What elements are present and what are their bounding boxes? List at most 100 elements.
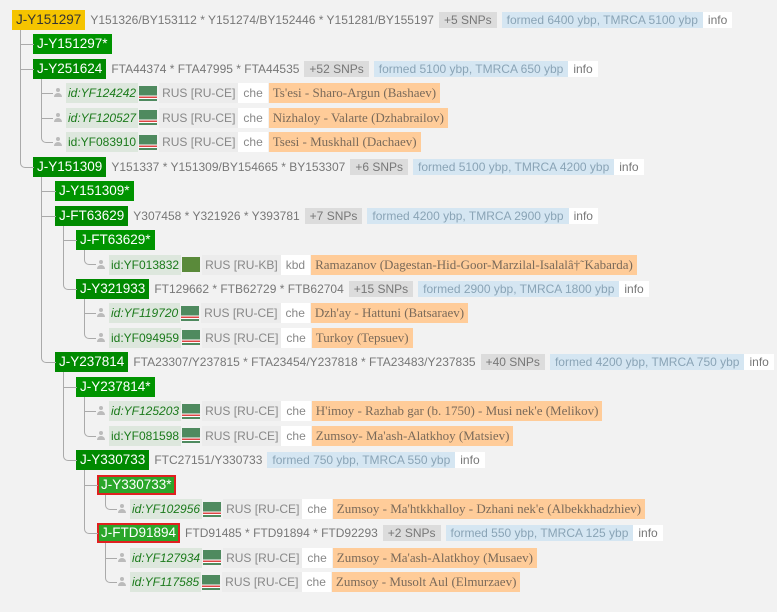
sample-row: id:YF125203 RUS [RU-CE] che H'imoy - Razhab…	[96, 401, 603, 422]
sample-id[interactable]: id:YF013832	[109, 254, 182, 275]
info-link[interactable]: info	[619, 280, 649, 297]
sample-id[interactable]: id:YF117585	[130, 572, 202, 593]
sample-row: id:YF094959 RUS [RU-CE] che Turkoy (Tepsuev…	[96, 327, 413, 348]
sample-lineage-name[interactable]: Ramazanov (Dagestan-Hid-Goor-Marzilal-Is…	[311, 254, 637, 275]
sample-id[interactable]: id:YF125203	[109, 401, 182, 422]
sample-country: RUS [RU-CE]	[223, 547, 303, 568]
clade-label[interactable]: J-Y237814*	[76, 376, 155, 397]
sample-lineage-name[interactable]: Zumsoy - Ma'htkkhalloy - Dzhani nek'e (A…	[332, 499, 646, 519]
person-icon	[117, 576, 127, 588]
sample-language: che	[280, 303, 310, 324]
person-icon	[96, 332, 106, 344]
tree-connector	[84, 298, 96, 315]
age-estimate: formed 5100 ybp, TMRCA 4200 ybp	[413, 158, 615, 175]
info-link[interactable]: info	[455, 452, 485, 469]
sample-country: RUS [RU-CE]	[159, 132, 239, 153]
sample-country: RUS [RU-CE]	[159, 107, 239, 128]
clade-label[interactable]: J-FT63629	[55, 205, 129, 226]
clade-label[interactable]: J-FT63629*	[76, 230, 155, 251]
clade-label[interactable]: J-Y151309*	[55, 181, 134, 202]
sample-lineage-name[interactable]: H'imoy - Razhab gar (b. 1750) - Musi nek…	[311, 401, 603, 422]
sample-lineage-name[interactable]: Nizhaloy - Valarte (Dzhabrailov)	[268, 107, 448, 128]
clade-label[interactable]: J-Y330733	[76, 450, 150, 471]
clade-label[interactable]: J-Y330733*	[97, 474, 176, 495]
tree-connector	[105, 494, 117, 510]
sample-row: id:YF127934 RUS [RU-CE] che Zumsoy - Ma'ash…	[117, 547, 537, 568]
info-link[interactable]: info	[702, 12, 733, 28]
sample-row: id:YF124242 RUS [RU-CE] che Ts'esi - Sharo-…	[53, 83, 441, 104]
clade-label[interactable]: J-Y151309	[33, 156, 107, 177]
tree-connector	[63, 386, 77, 462]
clade-label[interactable]: J-Y151297*	[33, 34, 112, 55]
info-link[interactable]: info	[614, 158, 644, 175]
sample-language: che	[281, 327, 311, 348]
info-link[interactable]: info	[744, 354, 774, 371]
sample-id[interactable]: id:YF083910	[66, 132, 139, 153]
chechnya-flag-icon	[182, 330, 201, 346]
sample-id[interactable]: id:YF081598	[109, 425, 182, 446]
more-snps-button[interactable]: +40 SNPs	[480, 354, 545, 371]
sample-row: id:YF013832 RUS [RU-KB] kbd Ramazanov (Dage…	[96, 254, 637, 275]
info-link[interactable]: info	[633, 525, 663, 542]
sample-lineage-name[interactable]: Zumsoy- Ma'ash-Alatkhoy (Matsiev)	[311, 425, 514, 446]
sample-country: RUS [RU-CE]	[202, 425, 282, 446]
sample-id[interactable]: id:YF119720	[109, 303, 181, 324]
person-icon	[96, 259, 106, 271]
snp-list: FT129662 * FTB62729 * FTB62704	[154, 281, 344, 296]
snp-list: FTC27151/Y330733	[154, 453, 263, 468]
clade-label[interactable]: J-FTD91894	[97, 523, 181, 544]
more-snps-button[interactable]: +6 SNPs	[350, 158, 409, 175]
sample-country: RUS [RU-CE]	[202, 327, 282, 348]
sample-lineage-name[interactable]: Turkoy (Tepsuev)	[311, 327, 413, 348]
tree-connector	[20, 30, 34, 46]
person-icon	[53, 112, 63, 124]
more-snps-button[interactable]: +15 SNPs	[348, 280, 414, 297]
more-snps-button[interactable]: +52 SNPs	[304, 60, 369, 77]
sample-lineage-name[interactable]: Ts'esi - Sharo-Argun (Bashaev)	[268, 83, 441, 104]
person-icon	[117, 552, 127, 564]
kabardino-balkaria-flag-icon	[182, 257, 201, 272]
sample-id[interactable]: id:YF120527	[66, 107, 139, 128]
tree-connector	[41, 93, 53, 119]
chechnya-flag-icon	[139, 85, 158, 101]
sample-id[interactable]: id:YF127934	[130, 547, 203, 568]
sample-row: id:YF120527 RUS [RU-CE] che Nizhaloy - Vala…	[53, 107, 448, 128]
sample-lineage-name[interactable]: Tsesi - Muskhall (Dachaev)	[268, 132, 421, 153]
sample-id[interactable]: id:YF124242	[66, 83, 139, 104]
age-estimate: formed 4200 ybp, TMRCA 750 ybp	[549, 354, 745, 371]
clade-row: J-Y237814 FTA23307/Y237815 * FTA23454/Y23…	[55, 352, 774, 373]
clade-row: J-Y151309 Y151337 * Y151309/BY154665 * BY…	[33, 156, 644, 177]
tree-connector	[84, 313, 96, 339]
clade-row: J-FTD91894 FTD91485 * FTD91894 * FTD92293…	[97, 523, 663, 544]
age-estimate: formed 4200 ybp, TMRCA 2900 ybp	[367, 207, 569, 224]
sample-language: che	[301, 572, 331, 593]
info-link[interactable]: info	[568, 60, 598, 77]
more-snps-button[interactable]: +5 SNPs	[438, 12, 497, 28]
chechnya-flag-icon	[203, 550, 222, 566]
info-link[interactable]: info	[568, 207, 598, 224]
sample-id[interactable]: id:YF102956	[130, 499, 203, 519]
clade-label[interactable]: J-Y237814	[55, 352, 129, 373]
tree-connector	[105, 543, 117, 559]
sample-row: id:YF119720 RUS [RU-CE] che Dzh'ay - Hattun…	[96, 303, 469, 324]
clade-row: J-Y251624 FTA44374 * FTA47995 * FTA44535 +…	[33, 58, 598, 79]
clade-label[interactable]: J-Y251624	[33, 58, 107, 79]
sample-lineage-name[interactable]: Zumsoy - Ma'ash-Alatkhoy (Musaev)	[332, 547, 537, 568]
age-estimate: formed 2900 ybp, TMRCA 1800 ybp	[418, 280, 620, 297]
person-icon	[96, 307, 106, 319]
chechnya-flag-icon	[182, 403, 201, 419]
sample-row: id:YF081598 RUS [RU-CE] che Zumsoy- Ma'ash-…	[96, 425, 514, 446]
tree-connector	[20, 44, 34, 70]
tree-connector	[84, 470, 98, 486]
clade-label[interactable]: J-Y151297	[12, 10, 86, 30]
sample-language: che	[281, 425, 311, 446]
clade-row: J-FT63629 Y307458 * Y321926 * Y393781 +7 S…	[55, 205, 598, 226]
clade-label[interactable]: J-Y321933	[76, 278, 150, 299]
sample-lineage-name[interactable]: Dzh'ay - Hattuni (Batsaraev)	[310, 303, 469, 324]
tree-connector	[84, 484, 98, 535]
age-estimate: formed 750 ybp, TMRCA 550 ybp	[267, 452, 456, 469]
sample-id[interactable]: id:YF094959	[109, 327, 182, 348]
sample-lineage-name[interactable]: Zumsoy - Musolt Aul (Elmurzaev)	[331, 572, 521, 593]
more-snps-button[interactable]: +2 SNPs	[382, 525, 441, 542]
more-snps-button[interactable]: +7 SNPs	[304, 207, 363, 224]
